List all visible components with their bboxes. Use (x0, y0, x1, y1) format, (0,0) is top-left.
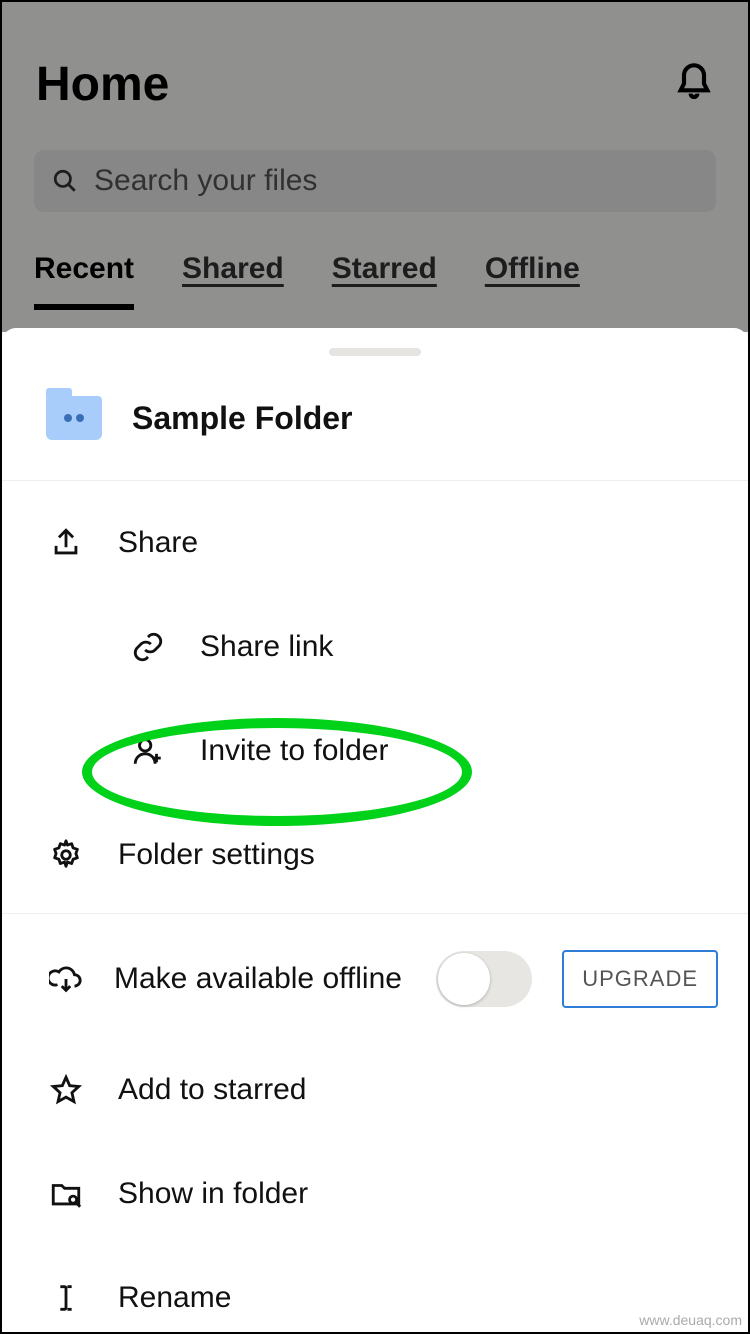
modal-overlay[interactable] (2, 2, 748, 332)
share-icon (48, 525, 84, 561)
share-item[interactable]: Share (2, 491, 748, 595)
make-offline-label: Make available offline (114, 962, 406, 996)
invite-to-folder-item[interactable]: Invite to folder (2, 699, 748, 803)
action-sheet: Sample Folder Share Share link Invite to (2, 328, 748, 1332)
share-link-label: Share link (200, 630, 333, 664)
folder-settings-label: Folder settings (118, 838, 315, 872)
gear-icon (48, 837, 84, 873)
add-starred-label: Add to starred (118, 1073, 306, 1107)
star-icon (48, 1072, 84, 1108)
cloud-download-icon (48, 961, 84, 997)
folder-settings-item[interactable]: Folder settings (2, 803, 748, 907)
share-label: Share (118, 526, 198, 560)
upgrade-button[interactable]: UPGRADE (562, 950, 718, 1008)
text-cursor-icon (48, 1280, 84, 1316)
add-to-starred-item[interactable]: Add to starred (2, 1038, 748, 1142)
make-offline-item[interactable]: Make available offline UPGRADE (2, 920, 748, 1038)
folder-search-icon (48, 1176, 84, 1212)
rename-item[interactable]: Rename (2, 1246, 748, 1334)
show-in-folder-item[interactable]: Show in folder (2, 1142, 748, 1246)
sheet-drag-handle[interactable] (329, 348, 421, 356)
person-add-icon (130, 733, 166, 769)
watermark: www.deuaq.com (639, 1312, 742, 1328)
divider (2, 913, 748, 914)
share-link-item[interactable]: Share link (2, 595, 748, 699)
folder-name: Sample Folder (132, 400, 353, 437)
shared-folder-icon (46, 396, 102, 440)
offline-toggle[interactable] (436, 951, 532, 1007)
rename-label: Rename (118, 1281, 231, 1315)
link-icon (130, 629, 166, 665)
invite-label: Invite to folder (200, 734, 388, 768)
sheet-header: Sample Folder (2, 356, 748, 481)
show-in-folder-label: Show in folder (118, 1177, 308, 1211)
